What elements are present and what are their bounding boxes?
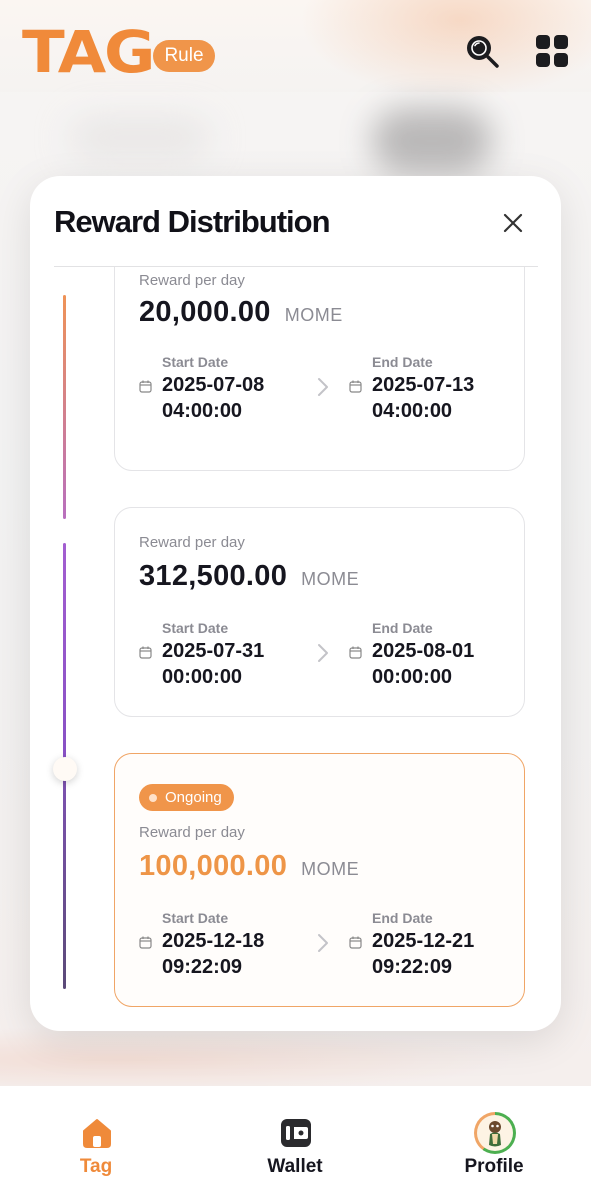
status-badge-label: Ongoing xyxy=(165,789,222,806)
timeline-segment xyxy=(63,543,66,761)
reward-amount-row: 312,500.00 MOME xyxy=(139,560,359,593)
wallet-icon xyxy=(281,1119,311,1147)
reward-amount: 100,000.00 xyxy=(139,850,288,882)
reward-amount-row: 20,000.00 MOME xyxy=(139,296,343,329)
modal-title: Reward Distribution xyxy=(54,204,331,239)
grid-icon[interactable] xyxy=(534,33,570,69)
calendar-icon xyxy=(139,380,152,393)
status-dot-icon xyxy=(149,793,157,802)
reward-distribution-modal: Reward Distribution Reward per day 20,00… xyxy=(30,176,561,1031)
start-date-label: Start Date xyxy=(162,620,229,636)
calendar-icon xyxy=(139,646,152,659)
start-date-label: Start Date xyxy=(162,910,229,926)
start-date-value: 2025-12-18 09:22:09 xyxy=(162,930,265,978)
calendar-icon xyxy=(349,936,362,949)
nav-label-profile: Profile xyxy=(464,1156,524,1177)
calendar-icon xyxy=(349,646,362,659)
reward-per-day-label: Reward per day xyxy=(139,272,245,289)
avatar xyxy=(474,1112,516,1154)
reward-amount: 20,000.00 xyxy=(139,296,271,328)
end-date-value: 2025-08-01 00:00:00 xyxy=(372,640,475,688)
reward-amount-row: 100,000.00 MOME xyxy=(139,850,359,883)
end-date-label: End Date xyxy=(372,354,433,370)
timeline-segment xyxy=(63,295,66,519)
avatar-character-icon xyxy=(489,1121,501,1147)
app-logo: TAG xyxy=(22,18,155,86)
nav-label-wallet: Wallet xyxy=(267,1156,323,1177)
start-date-value: 2025-07-08 04:00:00 xyxy=(162,374,265,422)
rule-button[interactable]: Rule xyxy=(153,40,215,72)
reward-amount: 312,500.00 xyxy=(139,560,288,592)
start-date-value: 2025-07-31 00:00:00 xyxy=(162,640,265,688)
home-icon xyxy=(83,1119,111,1148)
chevron-right-icon xyxy=(318,644,328,662)
end-date-label: End Date xyxy=(372,620,433,636)
end-date-value: 2025-07-13 04:00:00 xyxy=(372,374,475,422)
close-icon[interactable] xyxy=(496,206,530,240)
date-range: Start Date 2025-12-18 09:22:09 End Date … xyxy=(139,910,501,990)
end-date-value: 2025-12-21 09:22:09 xyxy=(372,930,475,978)
reward-unit: MOME xyxy=(284,305,343,325)
status-badge: Ongoing xyxy=(139,784,234,811)
chevron-right-icon xyxy=(318,378,328,396)
top-bar: TAG Rule xyxy=(0,0,591,92)
bottom-nav: Tag Wallet Profile xyxy=(0,1086,591,1200)
timeline-segment xyxy=(63,779,66,989)
date-range: Start Date 2025-07-08 04:00:00 End Date … xyxy=(139,354,501,434)
end-date-label: End Date xyxy=(372,910,433,926)
reward-card: Reward per day 312,500.00 MOME Start Dat… xyxy=(114,507,525,717)
date-range: Start Date 2025-07-31 00:00:00 End Date … xyxy=(139,620,501,700)
nav-item-wallet[interactable]: Wallet xyxy=(235,1086,355,1200)
reward-unit: MOME xyxy=(301,859,360,879)
chevron-right-icon xyxy=(318,934,328,952)
calendar-icon xyxy=(139,936,152,949)
reward-per-day-label: Reward per day xyxy=(139,534,245,551)
timeline-marker xyxy=(53,757,77,781)
search-icon[interactable] xyxy=(464,33,500,69)
reward-per-day-label: Reward per day xyxy=(139,824,245,841)
reward-card-ongoing: Ongoing Reward per day 100,000.00 MOME S… xyxy=(114,753,525,1007)
calendar-icon xyxy=(349,380,362,393)
nav-label-tag: Tag xyxy=(79,1156,113,1177)
start-date-label: Start Date xyxy=(162,354,229,370)
nav-item-profile[interactable]: Profile xyxy=(434,1086,554,1200)
nav-item-tag[interactable]: Tag xyxy=(36,1086,156,1200)
reward-card: Reward per day 20,000.00 MOME Start Date… xyxy=(114,267,525,471)
distribution-list[interactable]: Reward per day 20,000.00 MOME Start Date… xyxy=(30,267,561,1031)
reward-unit: MOME xyxy=(301,569,360,589)
